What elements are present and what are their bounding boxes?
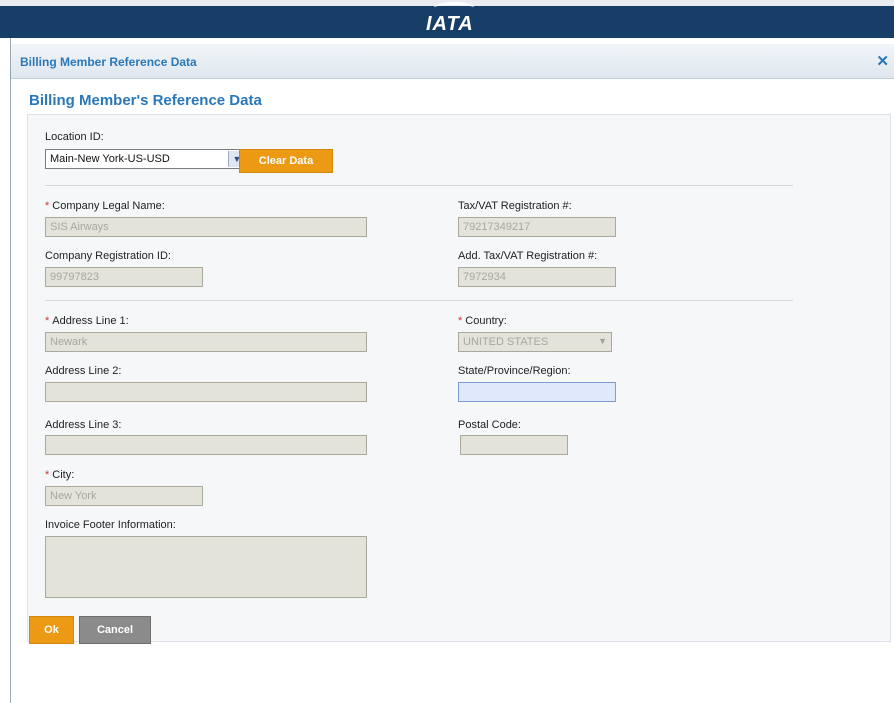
iata-logo-mark <box>434 2 474 13</box>
state-province-region-field[interactable] <box>458 382 616 402</box>
iata-logo: IATA <box>426 13 474 35</box>
address-line-1-label: * Address Line 1: <box>45 315 129 327</box>
location-id-label: Location ID: <box>45 131 104 143</box>
tax-vat-label: Tax/VAT Registration #: <box>458 200 572 212</box>
close-icon[interactable]: ✕ <box>876 52 889 70</box>
city-label: * City: <box>45 469 75 481</box>
company-registration-id-label: Company Registration ID: <box>45 250 171 262</box>
address-line-1-field[interactable]: Newark <box>45 332 367 352</box>
section-title: Billing Member's Reference Data <box>29 92 262 109</box>
location-id-value: Main-New York-US-USD <box>50 153 170 165</box>
cancel-button[interactable]: Cancel <box>79 616 151 644</box>
add-tax-vat-field[interactable]: 7972934 <box>458 267 616 287</box>
dialog-header: Billing Member Reference Data ✕ <box>11 44 894 79</box>
postal-code-field[interactable] <box>460 435 568 455</box>
city-field[interactable]: New York <box>45 486 203 506</box>
address-line-3-field[interactable] <box>45 435 367 455</box>
app-header-bar: IATA <box>0 0 894 38</box>
company-legal-name-label: * Company Legal Name: <box>45 200 165 212</box>
state-province-region-label: State/Province/Region: <box>458 365 571 377</box>
postal-code-label: Postal Code: <box>458 419 521 431</box>
address-line-3-label: Address Line 3: <box>45 419 122 431</box>
country-label: * Country: <box>458 315 507 327</box>
country-value: UNITED STATES <box>463 336 549 348</box>
address-line-2-field[interactable] <box>45 382 367 402</box>
location-id-select[interactable]: Main-New York-US-USD ▼ <box>45 149 247 169</box>
chevron-down-icon[interactable]: ▼ <box>598 336 607 346</box>
reference-data-dialog: Billing Member Reference Data ✕ Billing … <box>10 38 894 703</box>
add-tax-vat-label: Add. Tax/VAT Registration #: <box>458 250 598 262</box>
address-line-2-label: Address Line 2: <box>45 365 122 377</box>
invoice-footer-textarea[interactable] <box>45 536 367 598</box>
dialog-title: Billing Member Reference Data <box>20 55 197 69</box>
company-registration-id-field[interactable]: 99797823 <box>45 267 203 287</box>
invoice-footer-label: Invoice Footer Information: <box>45 519 176 531</box>
divider <box>45 300 793 301</box>
ok-button[interactable]: Ok <box>29 616 74 644</box>
clear-data-button[interactable]: Clear Data <box>239 149 333 173</box>
company-legal-name-field[interactable]: SIS Airways <box>45 217 367 237</box>
divider <box>45 185 793 186</box>
country-select[interactable]: UNITED STATES ▼ <box>458 332 612 352</box>
tax-vat-field[interactable]: 79217349217 <box>458 217 616 237</box>
